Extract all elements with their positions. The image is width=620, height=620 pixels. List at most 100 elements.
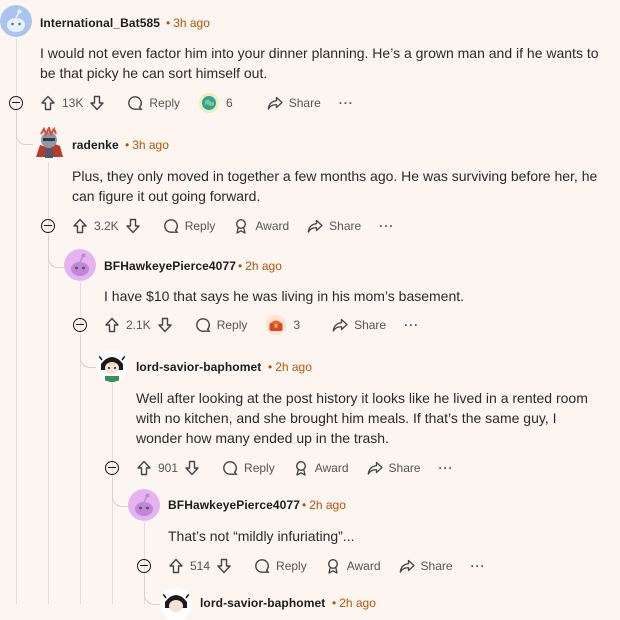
- share-label: Share: [420, 559, 453, 573]
- share-button[interactable]: Share: [307, 218, 361, 234]
- comment-actions: 2.1K Reply 3 Share ···: [104, 313, 437, 337]
- share-icon: [399, 559, 415, 573]
- vote-group: 13K: [40, 95, 105, 111]
- vote-count: 3.2K: [94, 219, 119, 233]
- collapse-icon[interactable]: [105, 461, 119, 475]
- share-label: Share: [288, 96, 321, 110]
- custom-avatar-baphomet[interactable]: [96, 350, 128, 382]
- snoo-purple-avatar[interactable]: [128, 489, 160, 521]
- award-button[interactable]: 6: [198, 92, 233, 114]
- comment-author[interactable]: BFHawkeyePierce4077: [104, 259, 236, 273]
- collapse-icon[interactable]: [9, 96, 23, 110]
- comment-author[interactable]: lord-savior-baphomet: [136, 360, 261, 374]
- comment-timestamp[interactable]: • 2h ago: [238, 259, 282, 273]
- upvote-icon[interactable]: [72, 218, 88, 234]
- vote-count: 901: [158, 461, 179, 475]
- upvote-icon[interactable]: [104, 317, 120, 333]
- thread-connector: [16, 112, 33, 145]
- comment-thread: International_Bat585 • 3h ago I would not…: [0, 0, 620, 620]
- timestamp-text: 2h ago: [339, 596, 376, 610]
- more-options-button[interactable]: ···: [339, 96, 354, 110]
- comment-body: That’s not “mildly infuriating”...: [168, 528, 355, 544]
- comment-author[interactable]: International_Bat585: [40, 16, 160, 30]
- comment-timestamp[interactable]: • 2h ago: [332, 596, 376, 610]
- more-options-button[interactable]: ···: [471, 559, 486, 573]
- award-globe-icon: [199, 93, 220, 113]
- ellipsis-icon: ···: [470, 559, 486, 573]
- award-button[interactable]: Award: [233, 218, 289, 234]
- custom-avatar-baphomet[interactable]: [160, 588, 192, 620]
- comment-bubble-icon: [163, 219, 179, 233]
- collapse-icon[interactable]: [137, 559, 151, 573]
- comment-timestamp[interactable]: • 2h ago: [302, 498, 346, 512]
- vote-group: 3.2K: [72, 218, 141, 234]
- share-button[interactable]: Share: [367, 460, 421, 476]
- timestamp-text: 2h ago: [245, 259, 282, 273]
- downvote-icon[interactable]: [157, 317, 173, 333]
- ellipsis-icon: ···: [404, 318, 420, 332]
- snoo-blue-avatar[interactable]: [0, 5, 32, 37]
- award-icon: [327, 558, 338, 574]
- timestamp-text: 3h ago: [132, 138, 169, 152]
- snoo-purple-avatar[interactable]: [64, 249, 96, 281]
- timestamp-text: 3h ago: [173, 16, 210, 30]
- vote-group: 2.1K: [104, 317, 173, 333]
- comment-timestamp[interactable]: • 2h ago: [268, 360, 312, 374]
- thread-connector: [112, 478, 129, 507]
- share-icon: [367, 461, 383, 475]
- award-treasure-icon: [266, 315, 287, 335]
- vote-count: 514: [190, 559, 211, 573]
- reply-button[interactable]: Reply: [195, 317, 248, 333]
- downvote-icon[interactable]: [125, 218, 141, 234]
- downvote-icon[interactable]: [216, 558, 232, 574]
- collapse-icon[interactable]: [73, 318, 87, 332]
- comment-bubble-icon: [223, 461, 238, 475]
- upvote-icon[interactable]: [136, 460, 152, 476]
- more-options-button[interactable]: ···: [379, 219, 394, 233]
- downvote-icon[interactable]: [184, 460, 200, 476]
- comment-body: I have $10 that says he was living in hi…: [104, 288, 465, 304]
- ellipsis-icon: ···: [438, 461, 454, 475]
- share-label: Share: [329, 219, 362, 233]
- comment-bubble-icon: [128, 96, 144, 110]
- more-options-button[interactable]: ···: [404, 318, 419, 332]
- award-icon: [236, 218, 247, 234]
- share-button[interactable]: Share: [332, 317, 386, 333]
- award-count: 6: [226, 96, 233, 110]
- comment-actions: 514 Reply Award Share ···: [168, 554, 504, 578]
- collapse-icon[interactable]: [41, 219, 55, 233]
- upvote-icon[interactable]: [40, 95, 56, 111]
- more-options-button[interactable]: ···: [439, 461, 454, 475]
- share-button[interactable]: Share: [267, 95, 321, 111]
- award-label: Award: [314, 461, 349, 475]
- thread-connector: [144, 576, 161, 605]
- comment-author[interactable]: BFHawkeyePierce4077: [168, 498, 300, 512]
- comment-body: I would not even factor him into your di…: [40, 45, 599, 81]
- award-button[interactable]: Award: [293, 460, 349, 476]
- comment-body: Plus, they only moved in together a few …: [72, 168, 598, 204]
- comment-author[interactable]: lord-savior-baphomet: [200, 596, 325, 610]
- reply-label: Reply: [149, 96, 181, 110]
- comment-author[interactable]: radenke: [72, 138, 119, 152]
- custom-avatar-knight[interactable]: [32, 125, 64, 159]
- reply-button[interactable]: Reply: [222, 460, 275, 476]
- award-label: Award: [255, 219, 290, 233]
- award-button[interactable]: Award: [325, 558, 381, 574]
- downvote-icon[interactable]: [89, 95, 105, 111]
- comment-bubble-icon: [255, 559, 270, 573]
- thread-connector: [80, 336, 97, 368]
- reply-button[interactable]: Reply: [127, 95, 180, 111]
- reply-label: Reply: [216, 318, 248, 332]
- reply-button[interactable]: Reply: [254, 558, 307, 574]
- comment-timestamp[interactable]: • 3h ago: [166, 16, 210, 30]
- upvote-icon[interactable]: [168, 558, 184, 574]
- share-icon: [307, 219, 323, 233]
- award-label: Award: [346, 559, 381, 573]
- comment-timestamp[interactable]: • 3h ago: [125, 138, 169, 152]
- reply-label: Reply: [276, 559, 307, 573]
- thread-connector: [48, 236, 65, 268]
- share-icon: [267, 96, 283, 110]
- reply-button[interactable]: Reply: [163, 218, 215, 234]
- award-button[interactable]: 3: [265, 314, 300, 336]
- share-button[interactable]: Share: [399, 558, 453, 574]
